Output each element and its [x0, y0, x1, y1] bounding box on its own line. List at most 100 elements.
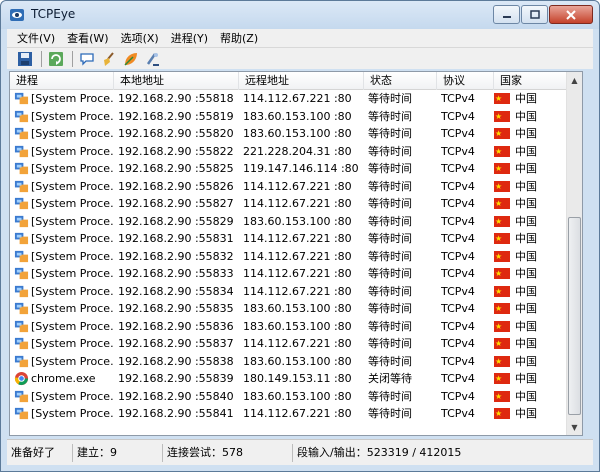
table-row[interactable]: [System Proce... 192.168.2.90 :55819 183.6… — [10, 108, 568, 126]
local-address-cell: 192.168.2.90 :55835 — [118, 302, 234, 315]
process-cell: [System Proce... — [14, 90, 114, 108]
local-address-cell: 192.168.2.90 :55822 — [118, 144, 234, 158]
protocol-cell: TCPv4 — [441, 354, 475, 368]
protocol-cell: TCPv4 — [441, 337, 475, 350]
connection-table[interactable]: 进程 本地地址 远程地址 状态 协议 国家 [System Proce... 19… — [9, 71, 583, 436]
table-row[interactable]: [System Proce... 192.168.2.90 :55836 183.6… — [10, 318, 568, 335]
close-button[interactable] — [549, 5, 593, 24]
local-address-cell: 192.168.2.90 :55818 — [118, 92, 234, 105]
system-process-icon — [14, 320, 29, 332]
title-bar[interactable]: TCPEye — [1, 1, 599, 29]
menu-help[interactable]: 帮助(Z) — [214, 30, 264, 46]
china-flag-icon — [494, 213, 510, 230]
status-bar: 准备好了 建立：9 连接尝试：578 段输入/输出：523319 / 41201… — [7, 439, 593, 465]
protocol-cell: TCPv4 — [441, 232, 475, 245]
status-connection-attempts: 连接尝试：578 — [163, 444, 293, 462]
leaf-button[interactable] — [121, 50, 141, 68]
scrollbar-thumb[interactable] — [568, 217, 581, 415]
menu-bar: 文件(V) 查看(W) 选项(X) 进程(Y) 帮助(Z) — [7, 29, 593, 47]
local-address-cell: 192.168.2.90 :55840 — [118, 389, 234, 403]
china-flag-icon — [494, 265, 510, 283]
local-address-cell: 192.168.2.90 :55831 — [118, 232, 234, 245]
table-row[interactable]: [System Proce... 192.168.2.90 :55837 114.1… — [10, 335, 568, 353]
country-cell: 中国 — [494, 353, 564, 370]
country-cell: 中国 — [494, 213, 564, 230]
table-row[interactable]: [System Proce... 192.168.2.90 :55831 114.1… — [10, 230, 568, 248]
table-row[interactable]: [System Proce... 192.168.2.90 :55826 114.1… — [10, 178, 568, 195]
menu-view[interactable]: 查看(W) — [61, 30, 114, 46]
refresh-button[interactable] — [46, 50, 66, 68]
table-row[interactable]: [System Proce... 192.168.2.90 :55833 114.1… — [10, 265, 568, 283]
country-name: 中国 — [515, 144, 537, 158]
china-flag-icon — [494, 335, 510, 353]
local-address-cell: 192.168.2.90 :55826 — [118, 179, 234, 193]
remote-address-cell: 183.60.153.100 :80 — [243, 302, 352, 315]
system-process-icon — [14, 408, 29, 420]
menu-process[interactable]: 进程(Y) — [165, 30, 214, 46]
menu-file[interactable]: 文件(V) — [11, 30, 61, 46]
china-flag-icon — [494, 160, 510, 178]
system-process-icon — [14, 285, 29, 297]
system-process-icon — [14, 110, 29, 122]
scroll-down-icon[interactable]: ▼ — [567, 419, 582, 435]
china-flag-icon — [494, 90, 510, 108]
remote-address-cell: 114.112.67.221 :80 — [243, 407, 352, 420]
state-cell: 等待时间 — [368, 197, 412, 210]
broom-button[interactable] — [99, 50, 119, 68]
column-header-protocol[interactable]: 协议 — [437, 72, 494, 90]
close-icon — [566, 9, 576, 20]
process-name: [System Proce... — [31, 249, 114, 263]
table-row[interactable]: [System Proce... 192.168.2.90 :55840 183.6… — [10, 388, 568, 405]
process-cell: [System Proce... — [14, 108, 114, 126]
table-row[interactable]: [System Proce... 192.168.2.90 :55838 183.6… — [10, 353, 568, 370]
process-cell: chrome.exe — [14, 370, 114, 388]
country-name: 中国 — [515, 197, 537, 210]
tool-button[interactable] — [143, 50, 163, 68]
state-cell: 等待时间 — [368, 232, 412, 245]
china-flag-icon — [494, 178, 510, 195]
process-name: [System Proce... — [31, 267, 114, 280]
protocol-cell: TCPv4 — [441, 319, 475, 333]
column-header-process[interactable]: 进程 — [10, 72, 114, 90]
table-row[interactable]: [System Proce... 192.168.2.90 :55832 114.1… — [10, 248, 568, 266]
column-header-country[interactable]: 国家 — [494, 72, 568, 90]
table-row[interactable]: [System Proce... 192.168.2.90 :55825 119.1… — [10, 160, 568, 178]
process-name: [System Proce... — [31, 179, 114, 193]
process-cell: [System Proce... — [14, 248, 114, 266]
process-name: [System Proce... — [31, 284, 114, 298]
table-row[interactable]: [System Proce... 192.168.2.90 :55827 114.1… — [10, 195, 568, 213]
table-row[interactable]: [System Proce... 192.168.2.90 :55822 221.2… — [10, 143, 568, 160]
column-header-remote-address[interactable]: 远程地址 — [239, 72, 364, 90]
vertical-scrollbar[interactable]: ▲ ▼ — [566, 72, 582, 435]
table-row[interactable]: chrome.exe 192.168.2.90 :55839 180.149.153… — [10, 370, 568, 388]
china-flag-icon — [494, 353, 510, 370]
column-header-state[interactable]: 状态 — [364, 72, 437, 90]
save-button[interactable] — [15, 50, 35, 68]
state-cell: 等待时间 — [368, 284, 412, 298]
minimize-button[interactable] — [493, 5, 520, 24]
protocol-cell: TCPv4 — [441, 179, 475, 193]
system-process-icon — [14, 93, 29, 105]
table-row[interactable]: [System Proce... 192.168.2.90 :55834 114.1… — [10, 283, 568, 300]
remote-address-cell: 114.112.67.221 :80 — [243, 249, 352, 263]
table-row[interactable]: [System Proce... 192.168.2.90 :55820 183.6… — [10, 125, 568, 143]
table-row[interactable]: [System Proce... 192.168.2.90 :55841 114.1… — [10, 405, 568, 423]
chat-button[interactable] — [77, 50, 97, 68]
state-cell: 等待时间 — [368, 302, 412, 315]
protocol-cell: TCPv4 — [441, 162, 475, 175]
column-header-local-address[interactable]: 本地地址 — [114, 72, 239, 90]
maximize-button[interactable] — [521, 5, 548, 24]
country-cell: 中国 — [494, 178, 564, 195]
china-flag-icon — [494, 125, 510, 143]
country-name: 中国 — [515, 162, 537, 175]
country-name: 中国 — [515, 214, 537, 228]
menu-options[interactable]: 选项(X) — [115, 30, 165, 46]
process-name: [System Proce... — [31, 92, 114, 105]
table-row[interactable]: [System Proce... 192.168.2.90 :55829 183.6… — [10, 213, 568, 231]
process-cell: [System Proce... — [14, 213, 114, 231]
table-row[interactable]: [System Proce... 192.168.2.90 :55818 114.1… — [10, 90, 568, 108]
minimize-icon — [502, 15, 511, 18]
scroll-up-icon[interactable]: ▲ — [567, 72, 582, 88]
local-address-cell: 192.168.2.90 :55838 — [118, 354, 234, 368]
table-row[interactable]: [System Proce... 192.168.2.90 :55835 183.6… — [10, 300, 568, 318]
